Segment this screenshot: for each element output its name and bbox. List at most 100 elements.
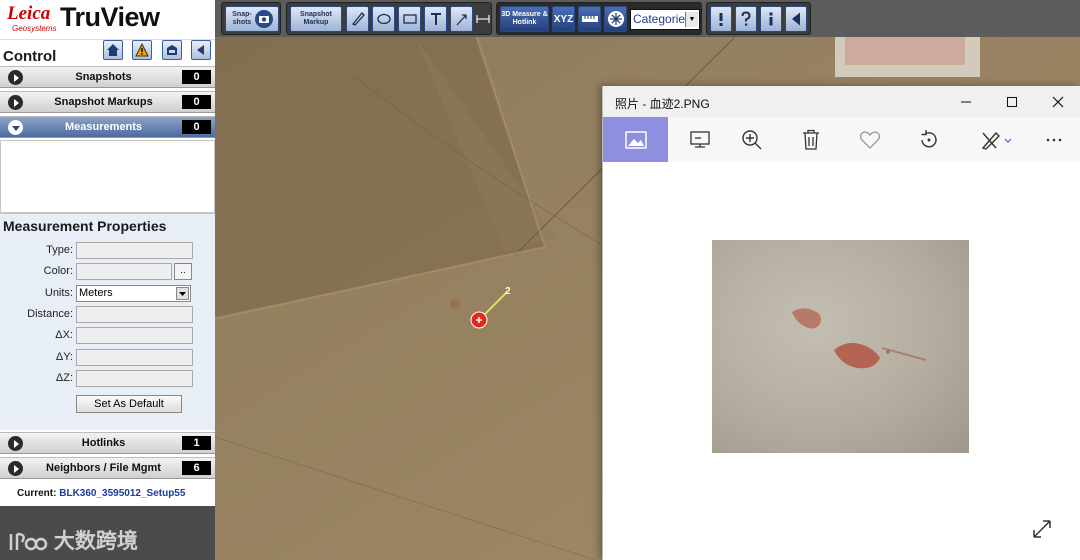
section-snapshots[interactable]: Snapshots 0: [0, 66, 215, 88]
save-button[interactable]: [162, 40, 182, 60]
home-icon: [107, 44, 119, 56]
view-image-button[interactable]: [603, 117, 668, 162]
toolbar-group-help: [706, 2, 811, 35]
minimize-button[interactable]: [943, 86, 989, 117]
distance-row: Distance:: [0, 306, 215, 324]
measure-hotlink-button[interactable]: 3D Measure & Hotlink: [500, 6, 549, 32]
category-value: Categorie: [633, 12, 686, 26]
close-button[interactable]: [1035, 86, 1080, 117]
pen-button[interactable]: [346, 6, 369, 32]
section-measurements[interactable]: Measurements 0: [0, 116, 215, 138]
rectangle-icon: [402, 14, 417, 24]
leader-icon: [456, 14, 467, 26]
snowflake-icon: [607, 11, 624, 27]
fullscreen-button[interactable]: [1031, 518, 1053, 540]
slideshow-icon: [690, 130, 710, 148]
dx-field[interactable]: [76, 327, 193, 344]
section-label: Neighbors / File Mgmt: [46, 462, 161, 474]
toolbar-group-markup: Snapshot Markup: [286, 2, 492, 35]
watermark-text: 大数跨境: [53, 530, 138, 553]
alert-icon: [719, 13, 723, 26]
text-button[interactable]: [424, 6, 447, 32]
chevron-down-icon: ▼: [685, 12, 698, 27]
toolbar-group-measure: 3D Measure & Hotlink XYZ Categorie ▼: [496, 2, 702, 35]
snapshots-button[interactable]: Snap-shots: [225, 6, 279, 32]
toolbar-group-snapshots: Snap-shots: [221, 2, 281, 35]
current-setup: Current: BLK360_3595012_Setup55: [0, 482, 215, 506]
section-label: Snapshot Markups: [54, 96, 153, 108]
home-button[interactable]: [103, 40, 123, 60]
type-field[interactable]: [76, 242, 193, 259]
ruler-button[interactable]: [578, 6, 601, 32]
dimension-button[interactable]: [476, 6, 490, 32]
type-label: Type:: [46, 244, 73, 256]
dz-field[interactable]: [76, 370, 193, 387]
section-label: Measurements: [64, 121, 143, 133]
color-row: Color: ..: [0, 263, 215, 281]
geosystems-text: Geosystems: [12, 24, 57, 33]
edit-button[interactable]: [967, 117, 1027, 162]
dy-field[interactable]: [76, 349, 193, 366]
displayed-photo: [712, 240, 969, 453]
expand-arrow-icon: [8, 70, 23, 85]
color-label: Color:: [43, 265, 73, 277]
units-select[interactable]: Meters: [76, 285, 191, 302]
dy-label: ΔY:: [55, 351, 73, 363]
zoom-in-icon: [742, 129, 762, 149]
section-count: 6: [182, 461, 211, 475]
control-title: Control: [3, 48, 57, 65]
section-hotlinks[interactable]: Hotlinks 1: [0, 432, 215, 454]
favorite-icon: [859, 130, 881, 149]
close-icon: [1052, 96, 1064, 107]
warning-button[interactable]: [132, 40, 152, 60]
expand-arrow-icon: [8, 461, 23, 476]
more-button[interactable]: [1026, 117, 1080, 162]
maximize-button[interactable]: [989, 86, 1035, 117]
photos-toolbar: [603, 117, 1080, 162]
color-picker-button[interactable]: ..: [174, 263, 192, 280]
expand-arrow-icon: [8, 436, 23, 451]
rotate-button[interactable]: [899, 117, 959, 162]
snapshot-markup-button[interactable]: Snapshot Markup: [290, 6, 342, 32]
section-count: 0: [182, 120, 211, 134]
dz-row: ΔZ:: [0, 370, 215, 388]
info-icon: [769, 12, 773, 26]
slideshow-button[interactable]: [670, 117, 730, 162]
minimize-icon: [961, 101, 971, 102]
marker-label: 2: [505, 286, 511, 297]
info-button[interactable]: [760, 6, 782, 32]
xyz-button[interactable]: XYZ: [552, 6, 575, 32]
section-snapshot-markups[interactable]: Snapshot Markups 0: [0, 91, 215, 113]
leader-button[interactable]: [450, 6, 473, 32]
expand-arrow-icon: [8, 95, 23, 110]
type-row: Type:: [0, 242, 215, 260]
snowflake-button[interactable]: [604, 6, 627, 32]
current-value[interactable]: BLK360_3595012_Setup55: [59, 488, 185, 499]
ellipse-button[interactable]: [372, 6, 395, 32]
photos-titlebar[interactable]: 照片 - 血迹2.PNG: [603, 86, 1080, 117]
collapse-arrow-icon: [8, 120, 23, 135]
alert-button[interactable]: [710, 6, 732, 32]
more-icon: [1046, 138, 1061, 141]
photo-content: [792, 308, 927, 369]
collapse-panel-button[interactable]: [191, 40, 211, 60]
pen-icon: [351, 12, 365, 26]
zoom-in-button[interactable]: [722, 117, 782, 162]
leica-logo: Leica: [7, 3, 51, 24]
set-as-default-button[interactable]: Set As Default: [76, 395, 182, 413]
ellipse-icon: [376, 13, 391, 25]
rectangle-button[interactable]: [398, 6, 421, 32]
distance-field[interactable]: [76, 306, 193, 323]
help-button[interactable]: [735, 6, 757, 32]
edit-icon: [981, 131, 1012, 150]
text-icon: [430, 13, 441, 25]
section-neighbors[interactable]: Neighbors / File Mgmt 6: [0, 457, 215, 479]
save-icon: [167, 45, 177, 55]
measurements-list[interactable]: [0, 140, 215, 213]
delete-button[interactable]: [781, 117, 841, 162]
category-select[interactable]: Categorie ▼: [630, 9, 700, 30]
section-label: Snapshots: [75, 71, 132, 83]
collapse-toolbar-button[interactable]: [785, 6, 807, 32]
color-field[interactable]: [76, 263, 172, 280]
favorite-button[interactable]: [840, 117, 900, 162]
